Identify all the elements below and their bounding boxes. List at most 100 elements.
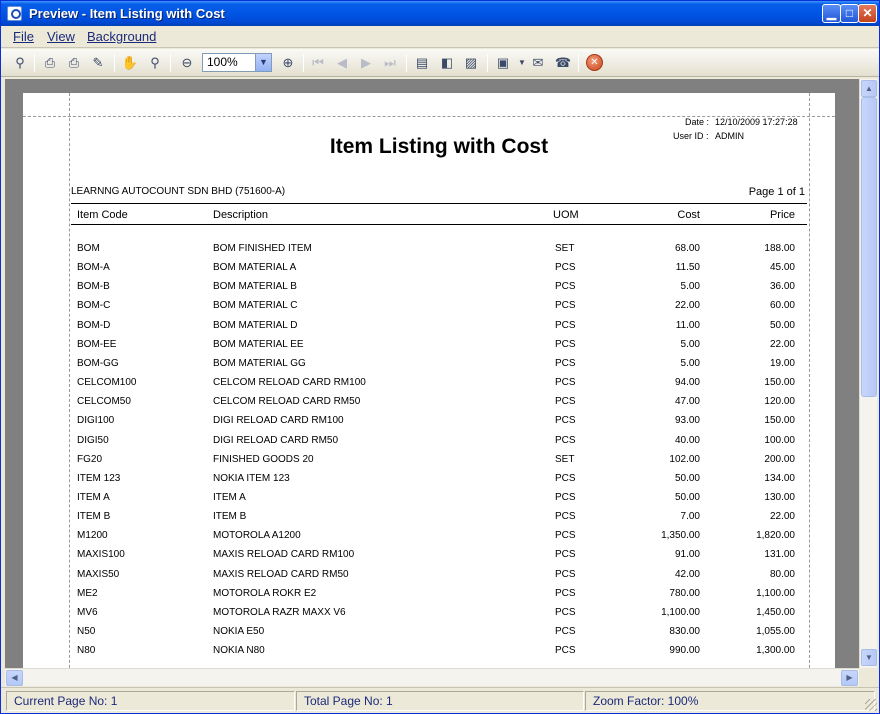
cell-description: NOKIA N80 [213, 645, 265, 657]
margin-guide-top [23, 116, 835, 117]
email-icon[interactable]: ✉ [529, 54, 547, 72]
cell-uom: PCS [555, 645, 576, 657]
cell-uom: PCS [555, 491, 576, 503]
menu-background[interactable]: Background [87, 29, 156, 44]
cell-item-code: ITEM 123 [77, 472, 121, 484]
menu-file[interactable]: File [13, 29, 34, 44]
cell-price: 200.00 [764, 453, 795, 465]
scroll-up-icon[interactable]: ▲ [861, 80, 877, 97]
cell-item-code: ITEM A [77, 491, 110, 503]
zoom-select[interactable]: 100% ▼ [202, 53, 272, 72]
vertical-scrollbar[interactable]: ▲ ▼ [859, 79, 877, 668]
cell-item-code: BOM-GG [77, 357, 119, 369]
close-preview-icon[interactable]: ✕ [586, 54, 603, 71]
chevron-down-icon[interactable]: ▼ [255, 54, 271, 71]
scroll-left-icon[interactable]: ◀ [6, 670, 23, 686]
previous-page-icon[interactable]: ◀ [333, 54, 351, 72]
cell-price: 22.00 [769, 338, 795, 350]
magnifier-icon[interactable]: ⚲ [146, 54, 164, 72]
resize-grip[interactable] [865, 699, 877, 711]
cell-price: 50.00 [769, 319, 795, 331]
cell-description: DIGI RELOAD CARD RM100 [213, 415, 344, 427]
zoom-value: 100% [207, 55, 238, 69]
date-value: 12/10/2009 17:27:28 [715, 117, 798, 127]
col-header-description: Description [213, 209, 269, 221]
preview-window: Preview - Item Listing with Cost ▁ □ ✕ F… [0, 0, 880, 714]
cell-item-code: BOM [77, 243, 100, 254]
maximize-button[interactable]: □ [840, 4, 859, 23]
cell-description: MOTOROLA A1200 [213, 530, 301, 542]
multiple-pages-icon[interactable]: ▤ [413, 54, 431, 72]
cell-cost: 7.00 [680, 511, 700, 523]
cell-uom: PCS [555, 587, 576, 599]
col-header-uom: UOM [553, 209, 579, 221]
menu-view[interactable]: View [47, 29, 75, 44]
cell-item-code: DIGI100 [77, 415, 115, 427]
cell-price: 1,450.00 [756, 606, 795, 618]
find-icon[interactable]: ⚲ [11, 54, 29, 72]
menu-bar: File View Background [1, 26, 879, 48]
send-fax-icon[interactable]: ☎ [554, 54, 572, 72]
report-viewport[interactable]: Date : 12/10/2009 17:27:28 User ID : ADM… [5, 79, 859, 668]
zoom-out-icon[interactable]: ⊖ [178, 54, 196, 72]
cell-description: ITEM A [213, 491, 246, 503]
cell-price: 45.00 [769, 262, 795, 274]
page-color-icon[interactable]: ◧ [438, 54, 456, 72]
cell-item-code: BOM-C [77, 300, 111, 312]
first-page-icon[interactable]: ⏮ [309, 54, 327, 72]
cell-description: ITEM B [213, 511, 247, 523]
print-icon[interactable]: ⎙ [65, 54, 83, 72]
cell-item-code: ME2 [77, 587, 98, 599]
margin-guide-right [809, 93, 810, 668]
cell-price: 150.00 [764, 415, 795, 427]
cell-cost: 40.00 [674, 434, 700, 446]
cell-price: 22.00 [769, 511, 795, 523]
window-title: Preview - Item Listing with Cost [29, 6, 225, 21]
cell-cost: 990.00 [669, 645, 700, 657]
cell-uom: PCS [555, 549, 576, 561]
cell-description: MAXIS RELOAD CARD RM50 [213, 568, 349, 580]
cell-price: 19.00 [769, 357, 795, 369]
zoom-in-icon[interactable]: ⊕ [279, 54, 297, 72]
cell-item-code: BOM-B [77, 281, 110, 293]
cell-description: BOM FINISHED ITEM [213, 243, 312, 254]
page-count: Page 1 of 1 [748, 186, 805, 198]
cell-item-code: MAXIS50 [77, 568, 120, 580]
cell-cost: 1,350.00 [661, 530, 700, 542]
cell-cost: 94.00 [674, 377, 700, 389]
vertical-scroll-thumb[interactable] [861, 97, 877, 397]
cell-price: 134.00 [764, 472, 795, 484]
cell-cost: 5.00 [680, 281, 700, 293]
watermark-icon[interactable]: ▨ [462, 54, 480, 72]
cell-price: 60.00 [769, 300, 795, 312]
cell-item-code: BOM-D [77, 319, 111, 331]
cell-item-code: M1200 [77, 530, 108, 542]
header-top-rule [71, 203, 807, 204]
cell-description: NOKIA ITEM 123 [213, 472, 290, 484]
close-window-button[interactable]: ✕ [858, 4, 877, 23]
cell-uom: PCS [555, 338, 576, 350]
preview-app-icon [7, 6, 22, 21]
scroll-right-icon[interactable]: ▶ [841, 670, 858, 686]
current-page-status: Current Page No: 1 [6, 691, 295, 711]
company-name: LEARNNG AUTOCOUNT SDN BHD (751600-A) [71, 186, 286, 197]
cell-item-code: N80 [77, 645, 96, 657]
next-page-icon[interactable]: ▶ [357, 54, 375, 72]
status-bar: Current Page No: 1 Total Page No: 1 Zoom… [1, 687, 879, 713]
scroll-down-icon[interactable]: ▼ [861, 649, 877, 666]
cell-item-code: BOM-A [77, 262, 110, 274]
cell-description: MAXIS RELOAD CARD RM100 [213, 549, 355, 561]
hand-tool-icon[interactable]: ✋ [121, 54, 139, 72]
cell-uom: SET [555, 243, 575, 254]
cell-cost: 780.00 [669, 587, 700, 599]
page-setup-icon[interactable]: ✎ [89, 54, 107, 72]
last-page-icon[interactable]: ⏭ [381, 54, 399, 72]
cell-price: 100.00 [764, 434, 795, 446]
print-setup-icon[interactable]: ⎙ [41, 54, 59, 72]
total-page-status: Total Page No: 1 [296, 691, 584, 711]
horizontal-scrollbar[interactable]: ◀ ▶ [5, 668, 859, 686]
minimize-button[interactable]: ▁ [822, 4, 841, 23]
title-bar[interactable]: Preview - Item Listing with Cost ▁ □ ✕ [1, 1, 879, 26]
export-icon[interactable]: ▣ [494, 54, 512, 72]
cell-item-code: FG20 [77, 453, 103, 465]
